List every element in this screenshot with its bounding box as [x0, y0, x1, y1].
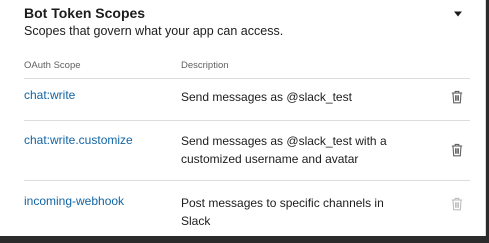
table-row: incoming-webhook Post messages to specif… [24, 181, 470, 237]
scope-description: Send messages as @slack_test with a cust… [181, 134, 387, 166]
table-row: chat:write Send messages as @slack_test [24, 79, 470, 121]
section-title: Bot Token Scopes [24, 5, 146, 21]
trash-icon[interactable] [451, 143, 463, 157]
scope-link[interactable]: chat:write [24, 88, 75, 102]
bot-token-scopes-panel: Bot Token Scopes Scopes that govern what… [0, 0, 486, 236]
scope-description: Post messages to specific channels in Sl… [181, 196, 384, 228]
section-header: Bot Token Scopes Scopes that govern what… [24, 5, 467, 45]
scope-link[interactable]: incoming-webhook [24, 194, 124, 208]
table-header: OAuth Scope Description [24, 56, 470, 79]
column-header-oauth-scope: OAuth Scope [24, 60, 81, 71]
caret-down-icon[interactable] [453, 10, 463, 18]
table-row: chat:write.customize Send messages as @s… [24, 121, 470, 181]
section-subtitle: Scopes that govern what your app can acc… [24, 24, 284, 38]
window-bottom-edge [0, 236, 489, 243]
scope-description: Send messages as @slack_test [181, 90, 352, 104]
trash-icon [451, 197, 463, 211]
scope-link[interactable]: chat:write.customize [24, 133, 133, 147]
column-header-description: Description [181, 60, 229, 71]
trash-icon[interactable] [451, 90, 463, 104]
scopes-table: OAuth Scope Description chat:write Send … [24, 56, 470, 237]
